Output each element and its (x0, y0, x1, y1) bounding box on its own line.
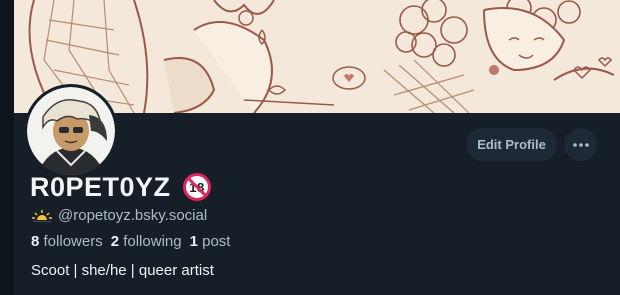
no-under-18-icon: 18 (182, 173, 211, 201)
handle-row: @ropetoyz.bsky.social (32, 207, 207, 224)
posts-stat: 1 post (190, 233, 231, 250)
sunrise-icon (32, 209, 52, 223)
display-name: R0PET0YZ 18 (30, 171, 211, 203)
edit-profile-button[interactable]: Edit Profile (466, 128, 557, 161)
avatar[interactable] (24, 84, 118, 178)
window-edge (0, 0, 14, 295)
followers-link[interactable]: 8 followers (31, 233, 103, 250)
avatar-image (27, 87, 115, 175)
posts-label: post (202, 233, 231, 250)
following-label: following (123, 233, 182, 250)
profile-stats: 8 followers 2 following 1 post (31, 233, 230, 250)
profile-banner[interactable] (14, 0, 620, 113)
ellipsis-icon (572, 142, 589, 147)
following-count: 2 (110, 233, 120, 250)
display-name-text: R0PET0YZ (30, 172, 171, 202)
banner-artwork (14, 0, 620, 113)
following-link[interactable]: 2 following (111, 233, 182, 250)
profile-bio: Scoot | she/he | queer artist (31, 262, 214, 279)
followers-label: followers (43, 233, 103, 250)
more-options-button[interactable] (564, 128, 597, 161)
handle-text[interactable]: @ropetoyz.bsky.social (58, 207, 207, 224)
followers-count: 8 (31, 233, 40, 250)
posts-count: 1 (189, 233, 198, 250)
